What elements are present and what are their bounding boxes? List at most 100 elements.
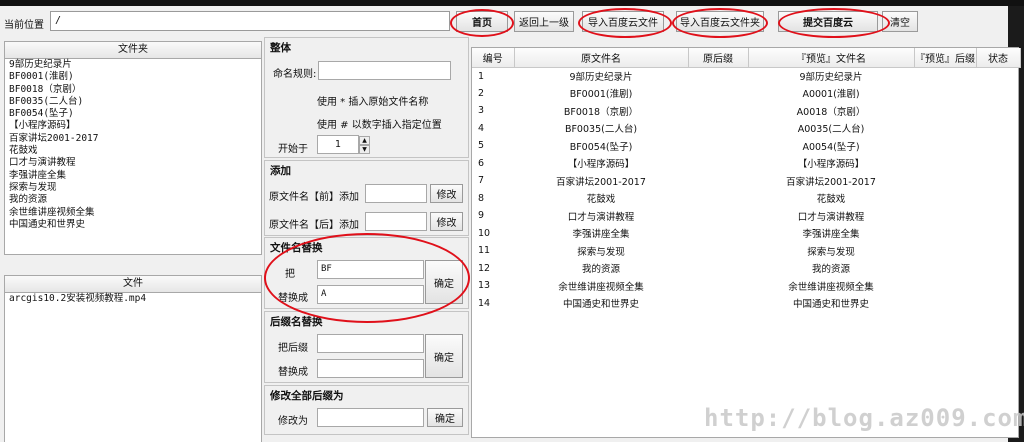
table-row[interactable]: 4 BF0035(二人台) A0035(二人台) [472,120,1020,138]
file-table: 编号 原文件名 原后缀 『预览』文件名 『预览』后缀 状态 1 9部历史纪录片 9部… [472,48,1021,312]
table-row[interactable]: 7 百家讲坛2001-2017 百家讲坛2001-2017 [472,172,1020,190]
table-row[interactable]: 11 探索与发现 探索与发现 [472,242,1020,260]
cell-original-ext [688,85,748,103]
table-row[interactable]: 6 【小程序源码】 【小程序源码】 [472,155,1020,173]
cell-preview-name: 探索与发现 [807,246,855,258]
cell-status [976,190,1020,208]
replace-from-label: 把 [285,269,295,280]
submit-baidu-button[interactable]: 提交百度云 [778,11,878,32]
up-button[interactable]: 返回上一级 [514,11,574,32]
cell-preview-ext [914,277,976,295]
cell-original-ext [688,295,748,313]
ext-from-input[interactable] [317,334,424,353]
cell-status [976,260,1020,278]
cell-preview-name: A0018（京剧） [796,106,866,118]
cell-preview-name: 余世维讲座视频全集 [788,281,874,293]
table-row[interactable]: 8 花鼓戏 花鼓戏 [472,190,1020,208]
cell-original-name: 余世维讲座视频全集 [558,281,644,293]
table-row[interactable]: 10 李强讲座全集 李强讲座全集 [472,225,1020,243]
cell-index: 6 [478,157,485,169]
start-stepper[interactable]: 1 [317,135,359,154]
replace-ext-confirm-button[interactable]: 确定 [425,334,463,378]
cell-original-name: BF0001(淮剧) [569,89,633,101]
cell-original-ext [688,207,748,225]
chevron-down-icon[interactable]: ▼ [359,145,370,154]
cell-preview-name: 【小程序源码】 [797,159,865,171]
table-row[interactable]: 1 9部历史纪录片 9部历史纪录片 [472,67,1020,85]
list-item[interactable]: 中国通史和世界史 [5,219,261,231]
overall-title: 整体 [270,42,291,54]
list-item[interactable]: BF0018（京剧） [5,84,261,96]
list-item[interactable]: 百家讲坛2001-2017 [5,133,261,145]
cell-original-ext [688,120,748,138]
add-before-button[interactable]: 修改 [430,184,463,203]
cell-status [976,137,1020,155]
list-item[interactable]: 花鼓戏 [5,145,261,157]
add-after-button[interactable]: 修改 [430,212,463,231]
home-button[interactable]: 首页 [456,11,508,32]
cell-preview-name: 我的资源 [811,264,850,276]
naming-rule-label: 命名规则: [273,69,317,80]
change-all-ext-section: 修改全部后缀为 修改为 确定 [264,385,469,435]
list-item[interactable]: 9部历史纪录片 [5,59,261,71]
change-all-ext-input[interactable] [317,408,424,427]
chevron-up-icon[interactable]: ▲ [359,136,370,145]
list-item[interactable]: 【小程序源码】 [5,120,261,132]
col-header-status[interactable]: 状态 [976,48,1021,68]
path-input[interactable]: / [50,11,450,31]
list-item[interactable]: 口才与演讲教程 [5,157,261,169]
col-header-preview-name[interactable]: 『预览』文件名 [748,48,915,68]
cell-status [976,172,1020,190]
file-list[interactable]: arcgis10.2安装视频教程.mp4 [4,293,262,442]
cell-preview-ext [914,172,976,190]
import-file-button[interactable]: 导入百度云文件 [582,11,664,32]
change-all-ext-title: 修改全部后缀为 [270,390,344,402]
list-item[interactable]: BF0054(坠子) [5,108,261,120]
ext-to-input[interactable] [317,359,424,378]
list-item[interactable]: BF0035(二人台) [5,96,261,108]
add-before-label: 原文件名【前】添加 [269,192,359,203]
table-row[interactable]: 13 余世维讲座视频全集 余世维讲座视频全集 [472,277,1020,295]
change-all-ext-button[interactable]: 确定 [427,408,463,427]
cell-index: 3 [478,105,485,117]
replace-name-confirm-button[interactable]: 确定 [425,260,463,304]
col-header-index[interactable]: 编号 [472,48,515,68]
import-folder-button[interactable]: 导入百度云文件夹 [676,11,764,32]
replace-from-input[interactable]: BF [317,260,424,279]
col-header-original-name[interactable]: 原文件名 [514,48,689,68]
cell-index: 12 [478,262,491,274]
cell-original-ext [688,242,748,260]
add-before-input[interactable] [365,184,427,203]
clear-button[interactable]: 清空 [882,11,918,32]
replace-to-input[interactable]: A [317,285,424,304]
list-item[interactable]: arcgis10.2安装视频教程.mp4 [5,293,261,305]
table-row[interactable]: 2 BF0001(淮剧) A0001(淮剧) [472,85,1020,103]
list-item[interactable]: BF0001(淮剧) [5,71,261,83]
filename-replace-title: 文件名替换 [270,242,323,254]
stepper-arrows[interactable]: ▲ ▼ [359,136,370,154]
folder-list[interactable]: 9部历史纪录片 BF0001(淮剧) BF0018（京剧） BF0035(二人台… [4,59,262,255]
cell-original-ext [688,277,748,295]
cell-index: 7 [478,175,485,187]
list-item[interactable]: 探索与发现 [5,182,261,194]
col-header-preview-ext[interactable]: 『预览』后缀 [914,48,977,68]
table-row[interactable]: 12 我的资源 我的资源 [472,260,1020,278]
cell-status [976,67,1020,85]
list-item[interactable]: 李强讲座全集 [5,170,261,182]
app-window: 当前位置 / 首页 返回上一级 导入百度云文件 导入百度云文件夹 提交百度云 清… [0,6,1021,442]
table-row[interactable]: 14 中国通史和世界史 中国通史和世界史 [472,295,1020,313]
cell-original-name: 探索与发现 [577,246,625,258]
cell-index: 8 [478,192,485,204]
add-after-input[interactable] [365,212,427,231]
col-header-original-ext[interactable]: 原后缀 [688,48,749,68]
add-after-label: 原文件名【后】添加 [269,220,359,231]
naming-rule-input[interactable] [318,61,451,80]
cell-status [976,277,1020,295]
file-list-header: 文件 [4,275,262,293]
list-item[interactable]: 余世维讲座视频全集 [5,207,261,219]
table-row[interactable]: 9 口才与演讲教程 口才与演讲教程 [472,207,1020,225]
table-row[interactable]: 5 BF0054(坠子) A0054(坠子) [472,137,1020,155]
table-row[interactable]: 3 BF0018（京剧） A0018（京剧） [472,102,1020,120]
list-item[interactable]: 我的资源 [5,194,261,206]
cell-preview-name: A0035(二人台) [797,124,865,136]
